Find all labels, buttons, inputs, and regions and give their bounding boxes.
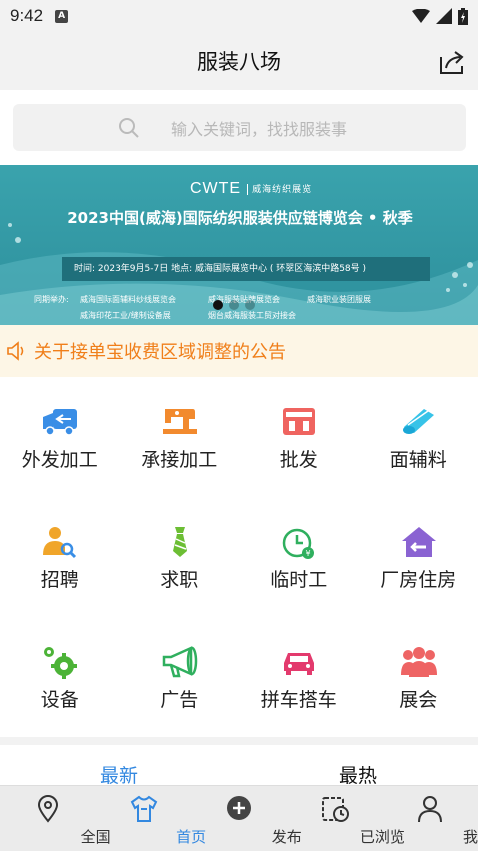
plus-circle-icon — [227, 796, 252, 820]
carousel-dot[interactable] — [245, 300, 255, 310]
status-time: 9:42 — [10, 6, 44, 25]
banner-info: 时间: 2023年9月5-7日 地点: 威海国际展览中心 ( 环翠区海滨中路58… — [62, 257, 430, 281]
banner-co-item: 威海印花工业/缝制设备展 — [80, 311, 171, 320]
status-bar: 9:42 A — [0, 0, 478, 32]
recruiter-icon — [43, 527, 77, 559]
fabric-roll-icon — [402, 409, 434, 434]
tshirt-icon — [130, 795, 157, 822]
title-bar: 服装八场 — [0, 32, 478, 90]
carousel-dot[interactable] — [229, 300, 239, 310]
category-recruit[interactable]: 招聘 — [0, 497, 120, 617]
nav-nationwide[interactable]: 全国 — [0, 786, 111, 851]
banner-co-label: 同期举办: — [34, 295, 69, 304]
category-label: 展会 — [399, 689, 438, 711]
banner-co-item: 威海职业装团服展 — [307, 295, 371, 304]
store-icon — [283, 408, 315, 435]
search-icon — [119, 118, 139, 138]
gears-icon — [44, 647, 77, 679]
category-label: 外发加工 — [21, 449, 98, 471]
category-housing[interactable]: 厂房住房 — [359, 497, 478, 617]
share-icon[interactable] — [438, 48, 466, 76]
category-fabric[interactable]: 面辅料 — [359, 377, 478, 497]
category-label: 拼车搭车 — [260, 689, 337, 711]
house-icon — [401, 527, 436, 557]
banner-logo-cn: 威海纺织展览 — [247, 183, 312, 195]
promo-banner[interactable]: CWTE 威海纺织展览 2023中国(威海)国际纺织服装供应链博览会 • 秋季 … — [0, 165, 478, 325]
bottom-navigation: 全国 首页 发布 已浏览 我 — [0, 785, 478, 851]
nav-history[interactable]: 已浏览 — [287, 786, 405, 851]
speaker-icon — [7, 341, 24, 361]
people-icon — [400, 647, 437, 677]
sewing-machine-icon — [162, 409, 197, 434]
svg-text:¥: ¥ — [305, 549, 310, 558]
category-label: 承接加工 — [141, 449, 218, 471]
history-icon — [321, 797, 349, 822]
carousel-dot[interactable] — [213, 300, 223, 310]
signal-icon — [436, 8, 452, 24]
category-label: 面辅料 — [389, 449, 447, 471]
user-icon — [418, 796, 443, 823]
category-carpool[interactable]: 拼车搭车 — [239, 617, 359, 737]
category-temp-work[interactable]: ¥ 临时工 — [239, 497, 359, 617]
search-input[interactable]: 输入关键词，找找服装事 — [13, 104, 466, 151]
status-icons — [412, 7, 468, 25]
category-label: 求职 — [160, 569, 199, 591]
tie-icon — [172, 527, 187, 557]
page-title: 服装八场 — [197, 50, 281, 74]
banner-logo: CWTE 威海纺织展览 — [190, 180, 312, 198]
banner-logo-text: CWTE — [190, 180, 242, 197]
category-label: 厂房住房 — [380, 569, 457, 591]
nav-publish[interactable]: 发布 — [191, 786, 302, 851]
app-screen: 9:42 A 服装八场 输入关键词，找找服装事 CWTE 威海纺织展览 2023… — [0, 0, 478, 851]
nav-label: 我的 — [462, 828, 478, 846]
location-icon — [37, 795, 59, 823]
category-ads[interactable]: 广告 — [120, 617, 240, 737]
category-label: 招聘 — [40, 569, 79, 591]
category-wholesale[interactable]: 批发 — [239, 377, 359, 497]
category-exhibition[interactable]: 展会 — [359, 617, 478, 737]
category-contracting[interactable]: 承接加工 — [120, 377, 240, 497]
notification-a-icon: A — [55, 9, 69, 23]
car-icon — [284, 653, 314, 675]
category-label: 广告 — [160, 689, 199, 711]
clock-icon: ¥ — [282, 528, 314, 559]
category-label: 批发 — [279, 449, 318, 471]
tab-latest[interactable]: 最新 — [100, 761, 138, 788]
battery-icon — [458, 7, 468, 25]
category-label: 设备 — [40, 689, 79, 711]
megaphone-icon — [162, 646, 197, 678]
banner-co-item: 威海国际面辅料纱线展览会 — [80, 295, 176, 304]
announcement-bar[interactable]: 关于接单宝收费区域调整的公告 — [0, 325, 478, 377]
category-grid: 外发加工 承接加工 批发 面辅料 招聘 求职 ¥ 临时工 厂房住房 设备 广告 … — [0, 377, 478, 737]
truck-icon — [43, 409, 77, 436]
category-label: 临时工 — [270, 569, 328, 591]
feed-tabs: 最新 最热 — [0, 745, 478, 788]
announcement-text: 关于接单宝收费区域调整的公告 — [34, 342, 286, 363]
carousel-indicator — [213, 300, 255, 310]
banner-co-item: 烟台威海服装工贸对接会 — [208, 311, 296, 320]
banner-headline: 2023中国(威海)国际纺织服装供应链博览会 • 秋季 — [67, 209, 413, 227]
nav-profile[interactable]: 我的 — [382, 786, 478, 851]
category-jobseek[interactable]: 求职 — [120, 497, 240, 617]
search-section: 输入关键词，找找服装事 — [0, 90, 478, 165]
category-equipment[interactable]: 设备 — [0, 617, 120, 737]
tab-hottest[interactable]: 最热 — [339, 761, 377, 788]
nav-home[interactable]: 首页 — [96, 786, 206, 851]
search-placeholder: 输入关键词，找找服装事 — [171, 120, 348, 139]
wifi-icon — [412, 9, 430, 23]
category-outsourcing[interactable]: 外发加工 — [0, 377, 120, 497]
